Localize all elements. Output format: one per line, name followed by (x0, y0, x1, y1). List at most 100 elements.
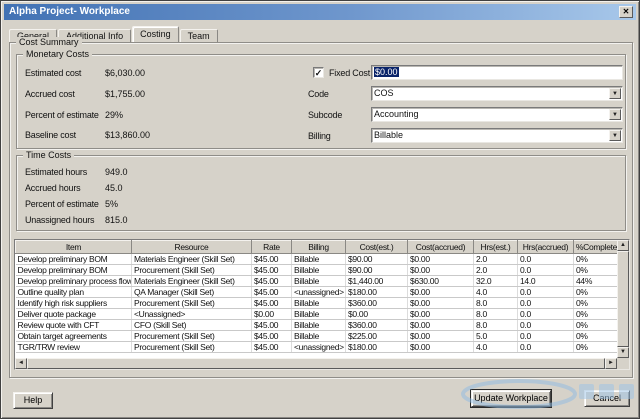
fixed-cost-checkbox[interactable]: ✓ (313, 67, 324, 78)
table-cell: 0.0 (518, 309, 574, 320)
table-cell: Procurement (Skill Set) (132, 298, 252, 309)
table-cell: 0% (574, 342, 620, 353)
table-cell: QA Manager (Skill Set) (132, 287, 252, 298)
tab-team[interactable]: Team (180, 29, 218, 42)
close-button[interactable]: ✕ (619, 6, 633, 18)
code-value: COS (374, 88, 394, 98)
estimated-cost-row: Estimated cost $6,030.00 (17, 68, 317, 80)
table-row[interactable]: TGR/TRW reviewProcurement (Skill Set)$45… (16, 342, 620, 353)
code-select[interactable]: COS ▼ (371, 86, 623, 101)
chevron-down-icon: ▼ (610, 131, 620, 141)
table-cell: 14.0 (518, 276, 574, 287)
table-cell: 2.0 (474, 265, 518, 276)
help-button[interactable]: Help (13, 392, 53, 409)
table-cell: Develop preliminary BOM (16, 265, 132, 276)
scroll-up-icon: ▲ (618, 241, 628, 250)
monetary-costs-group: Monetary Costs Estimated cost $6,030.00 … (16, 54, 626, 149)
billing-select[interactable]: Billable ▼ (371, 128, 623, 143)
table-cell: <unassigned> (292, 342, 346, 353)
vertical-scrollbar[interactable]: ▲ ▼ (617, 240, 629, 358)
table-cell: $45.00 (252, 276, 292, 287)
scroll-right-button[interactable]: ► (605, 358, 617, 369)
subcode-select[interactable]: Accounting ▼ (371, 107, 623, 122)
table-cell: $0.00 (408, 331, 474, 342)
table-cell: $0.00 (252, 309, 292, 320)
table-cell: $45.00 (252, 342, 292, 353)
table-cell: Develop preliminary BOM (16, 254, 132, 265)
chevron-down-icon: ▼ (610, 89, 620, 99)
baseline-cost-row: Baseline cost $13,860.00 (17, 130, 317, 142)
time-percent-of-estimate-value: 5% (105, 199, 118, 209)
scroll-down-button[interactable]: ▼ (617, 347, 629, 358)
table-cell: 0% (574, 287, 620, 298)
billing-dropdown-button[interactable]: ▼ (609, 130, 621, 141)
accrued-cost-value: $1,755.00 (105, 89, 145, 99)
subcode-label: Subcode (308, 110, 342, 120)
column-header[interactable]: %Complete (574, 241, 620, 254)
table-cell: $0.00 (408, 298, 474, 309)
column-header[interactable]: Item (16, 241, 132, 254)
tab-costing[interactable]: Costing (132, 26, 179, 42)
accrued-hours-label: Accrued hours (25, 183, 80, 193)
column-header[interactable]: Hrs(accrued) (518, 241, 574, 254)
table-row[interactable]: Develop preliminary process flowMaterial… (16, 276, 620, 287)
fixed-cost-input[interactable]: $0.00 (371, 65, 623, 80)
code-label: Code (308, 89, 329, 99)
vertical-scrollbar-thumb[interactable] (617, 251, 629, 347)
table-cell: Billable (292, 298, 346, 309)
scroll-left-button[interactable]: ◄ (15, 358, 27, 369)
table-cell: 2.0 (474, 254, 518, 265)
accrued-hours-row: Accrued hours 45.0 (17, 183, 317, 195)
table-cell: Billable (292, 276, 346, 287)
table-cell: 0% (574, 309, 620, 320)
percent-of-estimate-value: 29% (105, 110, 123, 120)
table-row[interactable]: Develop preliminary BOMProcurement (Skil… (16, 265, 620, 276)
estimated-cost-value: $6,030.00 (105, 68, 145, 78)
table-row[interactable]: Outline quality planQA Manager (Skill Se… (16, 287, 620, 298)
table-row[interactable]: Review quote with CFTCFO (Skill Set)$45.… (16, 320, 620, 331)
table-cell: Billable (292, 254, 346, 265)
table-cell: $360.00 (346, 320, 408, 331)
code-dropdown-button[interactable]: ▼ (609, 88, 621, 99)
estimated-hours-row: Estimated hours 949.0 (17, 167, 317, 179)
table-body: Develop preliminary BOMMaterials Enginee… (16, 254, 620, 353)
table-cell: $45.00 (252, 265, 292, 276)
column-header[interactable]: Resource (132, 241, 252, 254)
table-cell: Deliver quote package (16, 309, 132, 320)
scroll-up-button[interactable]: ▲ (617, 240, 629, 251)
table-cell: $0.00 (408, 254, 474, 265)
update-workplace-button[interactable]: Update Workplace (471, 390, 551, 407)
column-header[interactable]: Billing (292, 241, 346, 254)
table-cell: Procurement (Skill Set) (132, 331, 252, 342)
column-header[interactable]: Cost(accrued) (408, 241, 474, 254)
column-header[interactable]: Rate (252, 241, 292, 254)
table-cell: Billable (292, 331, 346, 342)
table-cell: $180.00 (346, 287, 408, 298)
scroll-left-icon: ◄ (16, 359, 26, 368)
column-header[interactable]: Cost(est.) (346, 241, 408, 254)
title-bar[interactable]: Alpha Project- Workplace ✕ (4, 4, 636, 20)
baseline-cost-value: $13,860.00 (105, 130, 150, 140)
column-header[interactable]: Hrs(est.) (474, 241, 518, 254)
table-row[interactable]: Obtain target agreementsProcurement (Ski… (16, 331, 620, 342)
table-cell: $0.00 (346, 309, 408, 320)
table-row[interactable]: Deliver quote package<Unassigned>$0.00Bi… (16, 309, 620, 320)
table-cell: Materials Engineer (Skill Set) (132, 276, 252, 287)
table-cell: <Unassigned> (132, 309, 252, 320)
table-cell: 4.0 (474, 287, 518, 298)
horizontal-scrollbar[interactable]: ◄ ► (15, 358, 617, 369)
table-cell: $630.00 (408, 276, 474, 287)
accrued-cost-label: Accrued cost (25, 89, 75, 99)
billing-value: Billable (374, 130, 403, 140)
table-row[interactable]: Develop preliminary BOMMaterials Enginee… (16, 254, 620, 265)
table-cell: $0.00 (408, 265, 474, 276)
subcode-dropdown-button[interactable]: ▼ (609, 109, 621, 120)
table-cell: 0% (574, 265, 620, 276)
accrued-hours-value: 45.0 (105, 183, 123, 193)
horizontal-scrollbar-thumb[interactable] (27, 358, 605, 369)
table-cell: 44% (574, 276, 620, 287)
table-row[interactable]: Identify high risk suppliersProcurement … (16, 298, 620, 309)
cancel-button[interactable]: Cancel (584, 390, 630, 407)
unassigned-hours-value: 815.0 (105, 215, 128, 225)
estimated-hours-label: Estimated hours (25, 167, 87, 177)
